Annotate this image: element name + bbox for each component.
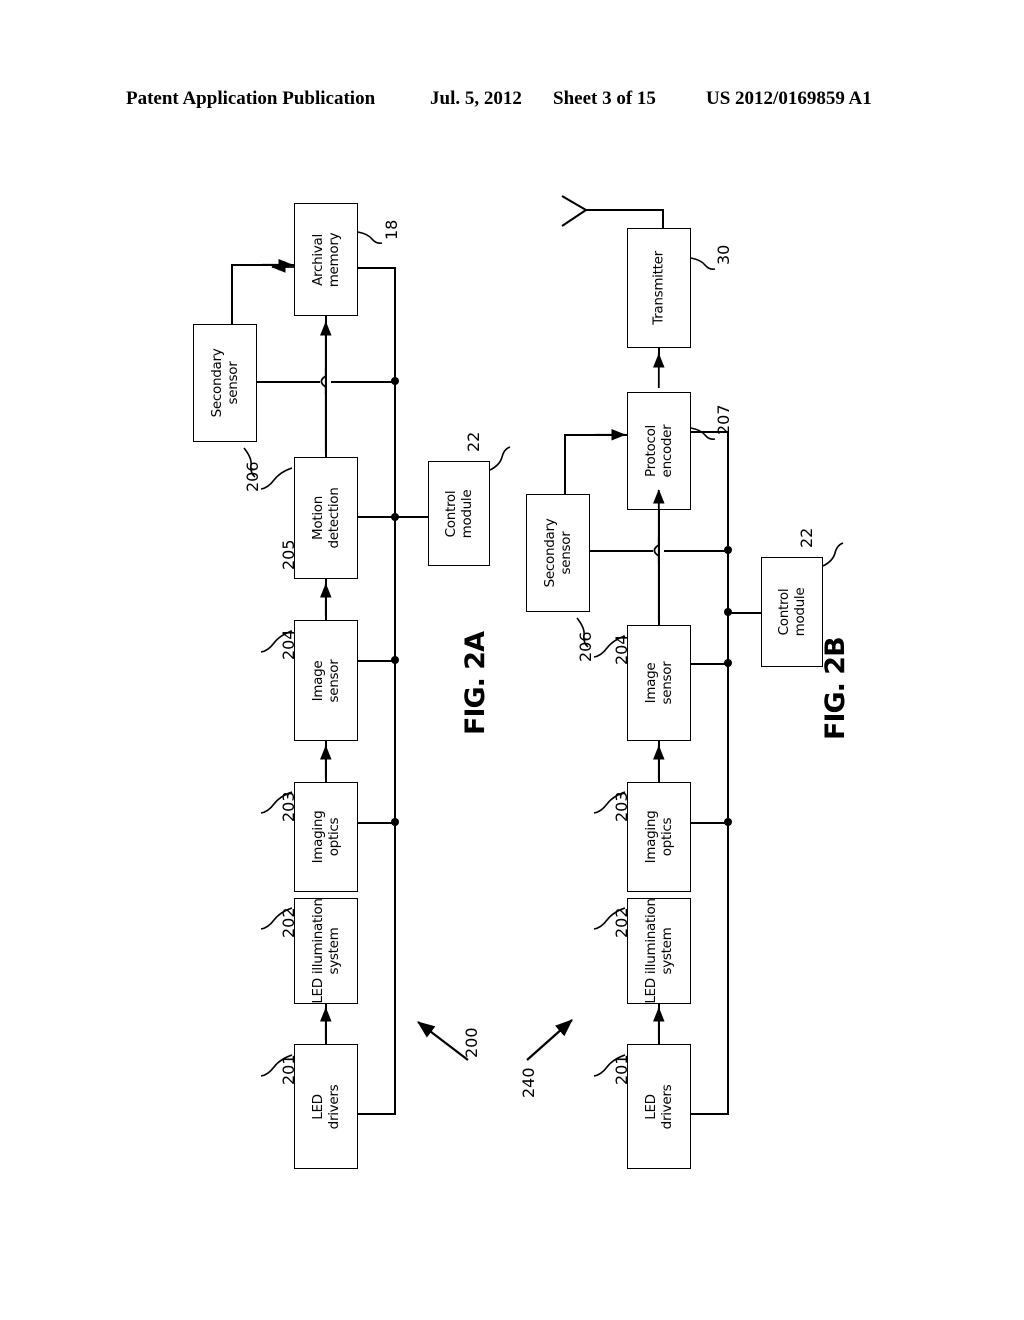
block-protocol-encoder[interactable]: Protocol encoder	[627, 392, 691, 510]
block-control-module[interactable]: Control module	[428, 461, 490, 566]
fig2b-secondary-to-encoder-vert	[564, 434, 566, 494]
block-led-drivers-label: LED drivers	[310, 1084, 342, 1129]
block-led-illumination-system[interactable]: LED illumination system	[294, 898, 358, 1004]
fig2b-junction-dot-imgsensor	[724, 659, 732, 667]
block-image-sensor-label: Image sensor	[310, 659, 342, 702]
fig2a-tap-imaging-optics	[356, 822, 396, 824]
block-imaging-optics-2b-label: Imaging optics	[643, 810, 675, 864]
fig2a-chain-drivers-to-illum	[325, 1003, 327, 1044]
block-secondary-sensor[interactable]: Secondary sensor	[193, 324, 257, 442]
fig2b-secondary-to-encoder-horz	[564, 434, 628, 436]
block-imaging-optics-2b[interactable]: Imaging optics	[627, 782, 691, 892]
block-imaging-optics[interactable]: Imaging optics	[294, 782, 358, 892]
fig2b-chain-drivers-to-illum	[658, 1003, 660, 1044]
block-motion-detection[interactable]: Motion detection	[294, 457, 358, 579]
fig2a-tap-image-sensor	[356, 660, 396, 662]
fig2b-junction-dot-control	[724, 608, 732, 616]
fig2b-chain-optics-to-imgsensor	[658, 741, 660, 782]
block-archival-memory[interactable]: Archival memory	[294, 203, 358, 316]
ref-200: 200	[462, 1027, 481, 1058]
block-secondary-sensor-label: Secondary sensor	[209, 348, 241, 418]
figure-2b-caption: FIG. 2B	[820, 637, 851, 740]
block-image-sensor-2b[interactable]: Image sensor	[627, 625, 691, 741]
patent-drawing: Archival memory Secondary sensor Motion det…	[0, 0, 1024, 1320]
fig2b-bus-leddrivers-stub	[689, 1113, 729, 1115]
block-imaging-optics-label: Imaging optics	[310, 810, 342, 864]
block-led-drivers-2b-label: LED drivers	[643, 1084, 675, 1129]
fig2a-tap-control-module	[394, 516, 428, 518]
fig2a-system-ref-arrow	[417, 1021, 469, 1061]
fig2a-secondary-to-archival-horz	[231, 264, 295, 266]
ref-22-control-2b: 22	[797, 527, 816, 548]
ref-205: 205	[279, 539, 298, 570]
fig2a-tap-motion-detect	[356, 516, 396, 518]
ref-202-illumination-2b: 202	[612, 907, 631, 938]
antenna-icon	[561, 195, 587, 227]
fig2b-tap-imaging-optics	[689, 822, 729, 824]
fig2a-bus-archival-stub	[356, 267, 396, 269]
fig2b-junction-dot-secondary	[724, 546, 732, 554]
block-image-sensor-2b-label: Image sensor	[643, 661, 675, 705]
block-led-drivers[interactable]: LED drivers	[294, 1044, 358, 1169]
ref-204: 204	[279, 629, 298, 660]
ref-240: 240	[519, 1067, 538, 1098]
fig2b-secondary-sensor-run-left	[590, 550, 653, 552]
ref-206-secondary-2b: 206	[576, 631, 595, 662]
ref-206: 206	[243, 461, 262, 492]
fig2a-bus-vertical	[394, 268, 396, 1114]
fig2b-junction-dot-optics	[724, 818, 732, 826]
ref-30-transmitter: 30	[714, 244, 733, 265]
fig2b-tap-control-module	[727, 612, 761, 614]
ref-203-optics-2b: 203	[612, 791, 631, 822]
ref-201-drivers-2b: 201	[612, 1054, 631, 1085]
block-led-drivers-2b[interactable]: LED drivers	[627, 1044, 691, 1169]
ref-202: 202	[279, 907, 298, 938]
block-secondary-sensor-2b-label: Secondary sensor	[542, 518, 574, 588]
ref-22: 22	[464, 431, 483, 452]
block-led-illumination-system-label: LED illumination system	[310, 898, 342, 1004]
fig2a-junction-dot-imgsensor	[391, 656, 399, 664]
fig2a-junction-dot-archival	[391, 377, 399, 385]
block-control-module-2b[interactable]: Control module	[761, 557, 823, 667]
fig2b-leader-lines	[576, 257, 844, 1077]
fig2b-secondary-sensor-run-right	[664, 550, 728, 552]
fig2a-junction-dot-motion	[391, 513, 399, 521]
fig2a-chain-optics-to-imgsensor	[325, 741, 327, 782]
block-control-module-label: Control module	[443, 489, 475, 538]
ref-18: 18	[382, 219, 401, 240]
fig2a-chain-imgsensor-to-motion	[325, 579, 327, 620]
fig2b-bus-vertical	[727, 432, 729, 1114]
block-led-illumination-system-2b[interactable]: LED illumination system	[627, 898, 691, 1004]
fig2a-secondary-sensor-run-left	[257, 381, 320, 383]
fig2a-chain-motion-to-archival	[325, 316, 327, 457]
fig2a-secondary-to-archival-vert	[231, 264, 233, 324]
figure-2a-caption: FIG. 2A	[460, 632, 491, 735]
drawing-vector-overlay	[243, 195, 844, 1077]
block-control-module-2b-label: Control module	[776, 587, 808, 637]
block-protocol-encoder-label: Protocol encoder	[643, 424, 675, 478]
fig2b-antenna-feed-horz	[586, 209, 664, 211]
block-transmitter-label: Transmitter	[650, 251, 667, 325]
fig2b-system-ref-arrow	[526, 1019, 573, 1061]
block-transmitter[interactable]: Transmitter	[627, 228, 691, 348]
fig2a-junction-dot-optics	[391, 818, 399, 826]
fig2a-secondary-sensor-run-right	[331, 381, 395, 383]
ref-201: 201	[279, 1054, 298, 1085]
block-led-illumination-system-2b-label: LED illumination system	[643, 898, 675, 1004]
fig2b-tap-image-sensor	[689, 663, 729, 665]
ref-207-protocol-encoder: 207	[714, 404, 733, 435]
fig2a-bus-leddrivers-stub	[356, 1113, 396, 1115]
block-archival-memory-label: Archival memory	[310, 232, 342, 287]
ref-204-image-sensor-2b: 204	[612, 634, 631, 665]
ref-203: 203	[279, 791, 298, 822]
block-image-sensor[interactable]: Image sensor	[294, 620, 358, 741]
block-secondary-sensor-2b[interactable]: Secondary sensor	[526, 494, 590, 612]
block-motion-detection-label: Motion detection	[310, 487, 342, 549]
